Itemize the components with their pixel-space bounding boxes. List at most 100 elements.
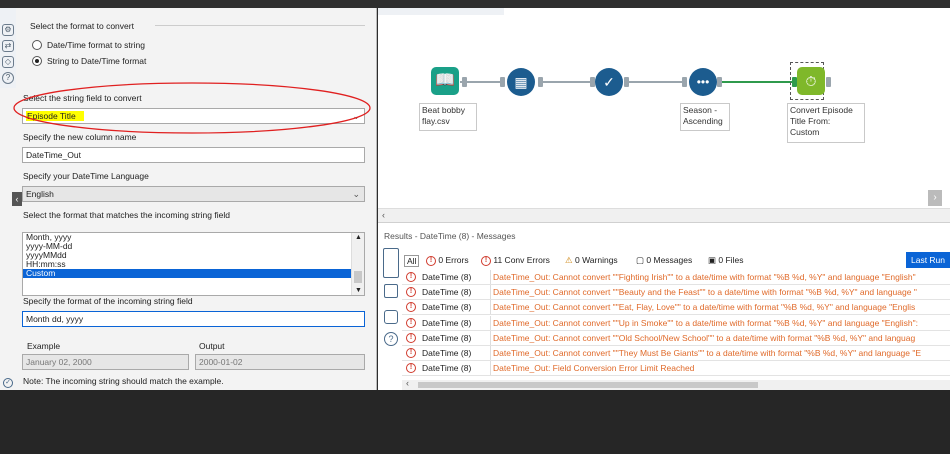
result-message: DateTime_Out: Cannot convert ""Eat, Flay… [490,300,915,315]
filter-node[interactable]: ✓ [595,68,623,96]
custom-format-input[interactable]: Month dd, yyyy [22,311,365,327]
connection-line [625,81,687,83]
datetime-node[interactable]: ⏱ [797,67,825,95]
format-list-scrollbar[interactable]: ▲ ▼ [351,233,364,295]
configuration-panel: Select the format to convert Date/Time f… [0,8,377,390]
output-anchor[interactable] [717,77,722,87]
result-row[interactable]: ! DateTime (8) DateTime_Out: Cannot conver… [402,285,950,301]
result-row[interactable]: ! DateTime (8) DateTime_Out: Field Convers… [402,361,950,377]
scroll-thumb[interactable] [418,382,758,388]
error-icon: ! [406,287,416,298]
gear-icon[interactable]: ⚙ [2,24,14,36]
graph-icon[interactable] [384,284,398,298]
result-row[interactable]: ! DateTime (8) DateTime_Out: Cannot conver… [402,346,950,361]
connection-line [718,81,798,83]
check-icon: ✓ [603,74,615,90]
radio-string-to-datetime[interactable] [32,56,42,66]
results-title: Results - DateTime (8) - Messages [384,231,516,241]
result-row[interactable]: ! DateTime (8) DateTime_Out: Cannot conver… [402,300,950,316]
files-count: 0 Files [718,255,744,265]
tab-warnings[interactable]: ⚠ 0 Warnings [565,255,618,266]
tag-icon[interactable]: ◇ [2,56,14,68]
format-option-selected[interactable]: Custom [23,269,364,278]
errors-count: 0 Errors [438,255,469,265]
node-label-input: Beat bobby flay.csv [419,103,477,131]
format-option[interactable]: HH:mm:ss [23,260,364,269]
scroll-left-icon[interactable]: ‹ [382,210,385,220]
result-message: DateTime_Out: Cannot convert ""They Must… [490,346,921,360]
result-source: DateTime (8) [422,363,472,374]
input-anchor[interactable] [500,77,505,87]
result-message: DateTime_Out: Cannot convert ""Fighting … [490,270,916,284]
list-icon[interactable] [383,248,399,278]
language-dropdown[interactable]: English ⌄ [22,186,365,202]
result-row[interactable]: ! DateTime (8) DateTime_Out: Cannot conver… [402,330,950,346]
arrows-icon[interactable]: ⇄ [2,40,14,52]
select-node[interactable]: ▦ [507,68,535,96]
scroll-left-icon[interactable]: ‹ [406,378,409,388]
canvas-tab-strip [378,8,504,15]
result-row[interactable]: ! DateTime (8) DateTime_Out: Cannot conver… [402,270,950,285]
error-icon: ! [406,272,416,282]
collapse-panel-button[interactable]: ‹ [12,192,22,206]
output-label: Output [199,341,225,351]
output-anchor[interactable] [624,77,629,87]
result-source: DateTime (8) [422,302,472,313]
conv-errors-count: 11 Conv Errors [493,255,550,265]
help-icon[interactable]: ? [384,332,398,346]
scroll-thumb[interactable] [354,271,362,283]
tab-files[interactable]: ▣ 0 Files [708,255,743,266]
scroll-down-icon[interactable]: ▼ [355,287,362,294]
output-anchor[interactable] [826,77,831,87]
scroll-up-icon[interactable]: ▲ [355,234,362,241]
output-anchor[interactable] [462,77,467,87]
radio-label-datetime-to-string: Date/Time format to string [47,40,145,50]
output-anchor[interactable] [538,77,543,87]
error-icon: ! [406,348,416,358]
input-anchor[interactable] [682,77,687,87]
canvas-scroll-right-button[interactable]: › [928,190,942,206]
results-horizontal-scrollbar[interactable]: ‹ [402,378,950,390]
node-label-datetime: Convert Episode Title From: Custom [787,103,865,143]
result-row[interactable]: ! DateTime (8) DateTime_Out: Cannot conver… [402,315,950,331]
result-source: DateTime (8) [422,317,472,328]
help-icon[interactable]: ? [2,72,14,84]
result-source: DateTime (8) [422,348,472,358]
format-option[interactable]: yyyyMMdd [23,251,364,260]
chevron-down-icon: ⌄ [352,189,360,199]
red-annotation-ellipse [13,82,371,134]
result-source: DateTime (8) [422,332,472,343]
section-divider [155,25,365,26]
filter-icon[interactable] [384,310,398,324]
title-bar [0,0,950,8]
result-source: DateTime (8) [422,287,472,298]
incoming-format-label: Select the format that matches the incom… [23,210,230,220]
sort-node[interactable]: ••• [689,68,717,96]
radio-datetime-to-string[interactable] [32,40,42,50]
node-label-sort: Season - Ascending [680,103,730,131]
format-listbox[interactable]: Month, yyyy yyyy-MM-dd yyyyMMdd HH:mm:ss… [22,232,365,296]
tab-all[interactable]: All [404,255,420,267]
check-icon: ✓ [3,378,13,388]
format-option[interactable]: Month, yyyy [23,233,364,242]
tab-conv-errors[interactable]: ! 11 Conv Errors [481,255,550,266]
clock-icon: ⏱ [805,73,817,89]
book-icon: 📖 [435,72,455,89]
custom-format-label: Specify the format of the incoming strin… [23,296,193,306]
error-icon: ! [406,302,416,313]
warnings-count: 0 Warnings [575,255,618,265]
canvas-horizontal-scrollbar[interactable]: ‹ [378,208,950,222]
note-text: Note: The incoming string should match t… [23,376,224,386]
tab-errors[interactable]: ! 0 Errors [426,255,469,266]
taskbar-area [0,390,950,454]
new-column-input[interactable]: DateTime_Out [22,147,365,163]
last-run-button[interactable]: Last Run [906,252,950,268]
output-value: 2000-01-02 [195,354,365,370]
error-icon: ! [406,317,416,328]
dots-icon: ••• [696,75,710,89]
format-option[interactable]: yyyy-MM-dd [23,242,364,251]
result-message: DateTime_Out: Cannot convert ""Beauty an… [490,285,917,300]
tab-messages[interactable]: ▢ 0 Messages [636,255,692,266]
input-data-node[interactable]: 📖 [431,67,459,95]
warning-icon: ⚠ [565,255,573,265]
